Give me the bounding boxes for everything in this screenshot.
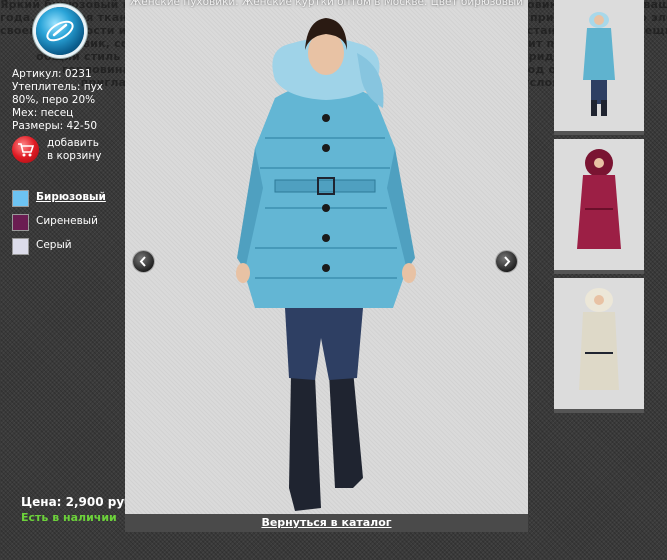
viewer-title: Женские пуховики. Женские куртки оптом в… [129,0,524,8]
thumbnail-cream[interactable] [554,278,644,413]
cart-icon[interactable] [12,136,39,163]
product-photo [125,8,528,514]
price-label: Цена: 2,900 руб. [21,495,138,509]
cart-label-line[interactable]: в корзину [47,150,101,163]
add-to-cart-button[interactable]: добавить в корзину [12,136,122,168]
add-to-cart-label[interactable]: добавить в корзину [47,137,101,163]
color-swatch[interactable] [12,214,29,231]
filling-label: Утеплитель: пух [12,81,104,93]
chevron-left-icon [139,256,146,267]
back-to-catalog-link[interactable]: Вернуться в каталог [261,516,391,529]
sizes-label: Размеры: 42-50 [12,120,98,132]
color-swatch[interactable] [12,238,29,255]
chevron-right-icon [504,256,511,267]
next-image-button[interactable] [496,251,517,272]
logo-icon[interactable] [36,7,84,55]
filling-label-cont: 80%, перо 20% [12,94,96,106]
article-label: Артикул: 0231 [12,68,92,80]
color-name[interactable]: Серый [36,239,72,251]
prev-image-button[interactable] [133,251,154,272]
cart-label-line[interactable]: добавить [47,137,101,150]
color-name[interactable]: Сиреневый [36,215,98,227]
fur-label: Мех: песец [12,107,74,119]
color-swatch[interactable] [12,190,29,207]
back-bar: Вернуться в каталог [125,514,528,532]
stock-status: Есть в наличии [21,511,117,524]
color-name[interactable]: Бирюзовый [36,191,106,203]
product-info: Артикул: 0231 Утеплитель: пух 80%, перо … [12,68,122,133]
image-viewer: Женские пуховики. Женские куртки оптом в… [125,0,528,532]
thumbnail-turquoise[interactable] [554,0,644,135]
thumbnail-burgundy[interactable] [554,139,644,274]
